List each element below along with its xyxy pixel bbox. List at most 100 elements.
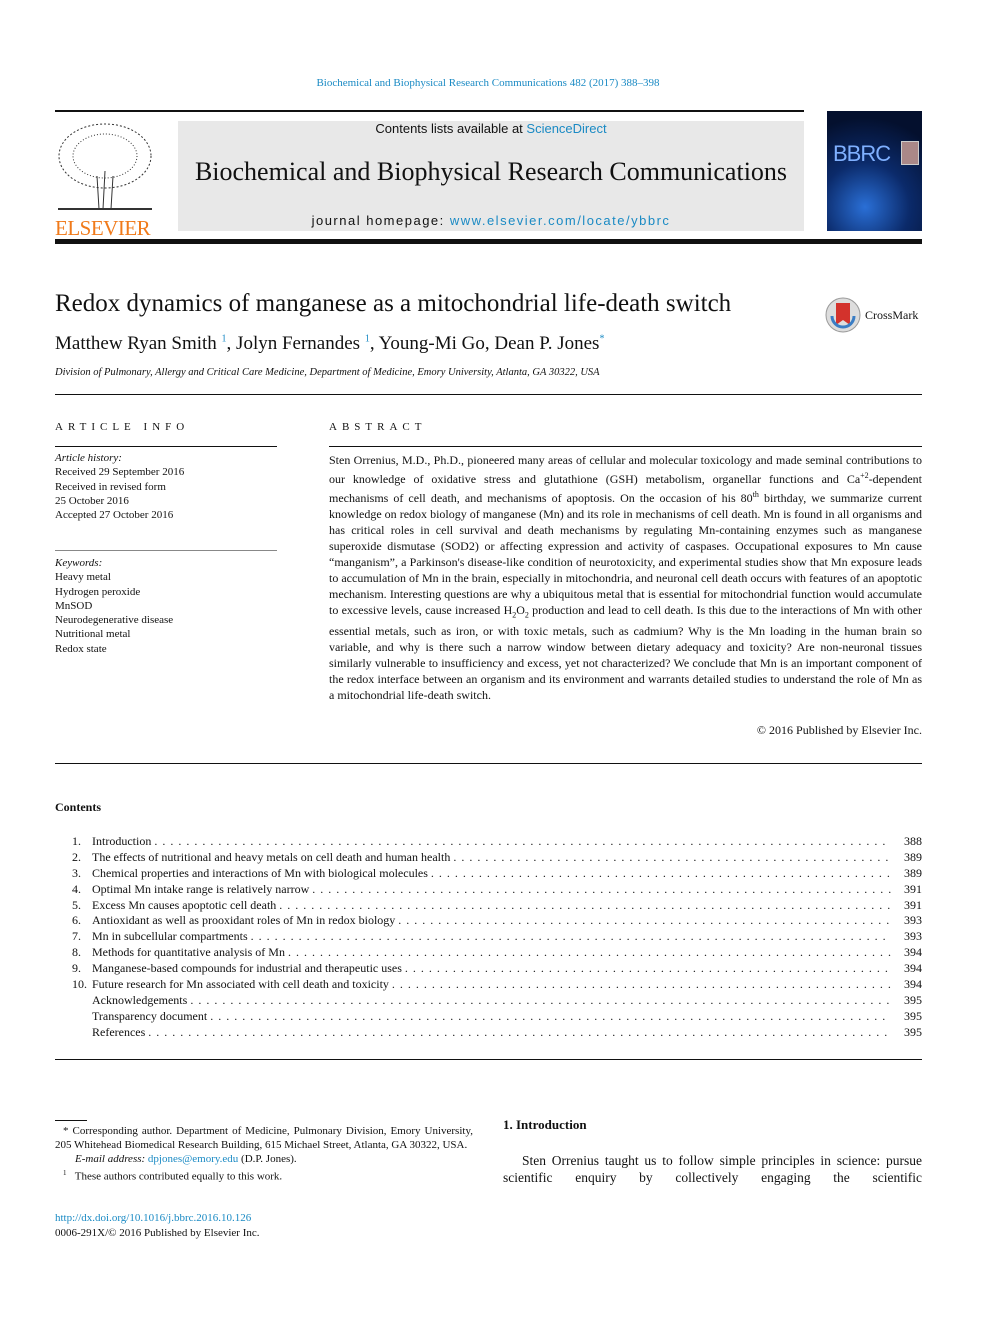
toc-title[interactable]: Mn in subcellular compartments [92, 929, 248, 945]
keyword: Hydrogen peroxide [55, 585, 141, 598]
toc-number: 8. [72, 945, 81, 960]
toc-page[interactable]: 391 [894, 898, 922, 914]
toc-page[interactable]: 394 [894, 945, 922, 961]
keyword: MnSOD [55, 599, 93, 612]
toc-page[interactable]: 395 [894, 1009, 922, 1025]
author-footnote-mark[interactable]: 1 [365, 334, 370, 345]
toc-entry[interactable]: 4. Optimal Mn intake range is relatively … [55, 882, 922, 898]
history-item: Received in revised form [55, 480, 166, 493]
divider [55, 110, 804, 112]
email-label: E-mail address: [75, 1153, 148, 1165]
history-item: Received 29 September 2016 [55, 466, 185, 479]
history-item: Accepted 27 October 2016 [55, 509, 174, 522]
toc-title[interactable]: Antioxidant as well as prooxidant roles … [92, 913, 395, 929]
author-name[interactable]: Jolyn Fernandes [236, 333, 360, 354]
paper-page: Biochemical and Biophysical Research Com… [0, 0, 992, 1323]
crossmark-button[interactable]: CrossMark [824, 296, 918, 334]
crossmark-label: CrossMark [865, 307, 919, 322]
toc-number: 10. [72, 977, 87, 992]
divider [55, 1059, 922, 1060]
toc-page[interactable]: 389 [894, 850, 922, 866]
toc-page[interactable]: 394 [894, 961, 922, 977]
corresponding-footnote: * Corresponding author. Department of Me… [55, 1124, 473, 1184]
toc-leader: . . . . . . . . . . . . . . . . . . . . … [312, 881, 891, 896]
footnote-mark: 1 [63, 1169, 67, 1177]
toc-page[interactable]: 395 [894, 993, 922, 1009]
divider [55, 394, 922, 395]
abstract-heading: ABSTRACT [329, 421, 427, 433]
toc-entry[interactable]: 10. Future research for Mn associated wit… [55, 977, 922, 993]
toc-leader: . . . . . . . . . . . . . . . . . . . . … [250, 929, 891, 944]
toc-leader: . . . . . . . . . . . . . . . . . . . . … [190, 992, 891, 1007]
toc-number [55, 993, 92, 1009]
article-title: Redox dynamics of manganese as a mitocho… [55, 290, 732, 317]
toc-entry[interactable]: 1. Introduction. . . . . . . . . . . . . … [55, 834, 922, 850]
toc-entry[interactable]: 6. Antioxidant as well as prooxidant role… [55, 913, 922, 929]
toc-page[interactable]: 395 [894, 1025, 922, 1041]
toc-entry[interactable]: 8. Methods for quantitative analysis of M… [55, 945, 922, 961]
sciencedirect-link[interactable]: ScienceDirect [526, 121, 606, 136]
cover-title: BBRC [833, 141, 891, 166]
table-of-contents: 1. Introduction. . . . . . . . . . . . . … [55, 834, 922, 1041]
author-name[interactable]: Dean P. Jones [494, 333, 599, 354]
toc-number: 3. [72, 865, 81, 880]
toc-title[interactable]: Future research for Mn associated with c… [92, 977, 389, 993]
toc-entry[interactable]: 9. Manganese-based compounds for industri… [55, 961, 922, 977]
toc-number: 2. [72, 849, 81, 864]
author-footnote-mark[interactable]: 1 [222, 334, 227, 345]
toc-entry[interactable]: Acknowledgements. . . . . . . . . . . . … [55, 993, 922, 1009]
toc-title[interactable]: The effects of nutritional and heavy met… [92, 850, 450, 866]
affiliation: Division of Pulmonary, Allergy and Criti… [55, 367, 600, 378]
toc-entry[interactable]: 7. Mn in subcellular compartments. . . . … [55, 929, 922, 945]
doi-link[interactable]: http://dx.doi.org/10.1016/j.bbrc.2016.10… [55, 1211, 251, 1225]
toc-number: 9. [72, 961, 81, 976]
elsevier-logo: ELSEVIER [55, 121, 155, 240]
homepage-link[interactable]: www.elsevier.com/locate/ybbrc [450, 213, 671, 228]
toc-entry[interactable]: 5. Excess Mn causes apoptotic cell death.… [55, 898, 922, 914]
toc-number: 7. [72, 929, 81, 944]
toc-title[interactable]: References [92, 1025, 145, 1041]
toc-leader: . . . . . . . . . . . . . . . . . . . . … [287, 945, 891, 960]
toc-page[interactable]: 393 [894, 929, 922, 945]
toc-title[interactable]: Manganese-based compounds for industrial… [92, 961, 402, 977]
divider [329, 446, 922, 447]
introduction-text: Sten Orrenius taught us to follow simple… [503, 1153, 922, 1185]
email-suffix: (D.P. Jones). [238, 1153, 297, 1165]
homepage-label: journal homepage: [311, 213, 450, 228]
journal-citation[interactable]: Biochemical and Biophysical Research Com… [0, 77, 976, 89]
divider [55, 446, 277, 447]
toc-entry[interactable]: 2. The effects of nutritional and heavy m… [55, 850, 922, 866]
toc-page[interactable]: 391 [894, 882, 922, 898]
divider [55, 763, 922, 764]
toc-entry[interactable]: Transparency document. . . . . . . . . .… [55, 1009, 922, 1025]
toc-page[interactable]: 394 [894, 977, 922, 993]
elsevier-tree-icon [55, 121, 155, 211]
toc-leader: . . . . . . . . . . . . . . . . . . . . … [404, 961, 891, 976]
toc-entry[interactable]: 3. Chemical properties and interactions o… [55, 866, 922, 882]
toc-title[interactable]: Acknowledgements [92, 993, 187, 1009]
toc-number [55, 1009, 92, 1025]
contents-prefix: Contents lists available at [375, 121, 527, 136]
toc-title[interactable]: Methods for quantitative analysis of Mn [92, 945, 285, 961]
toc-title[interactable]: Transparency document [92, 1009, 207, 1025]
toc-title[interactable]: Chemical properties and interactions of … [92, 866, 428, 882]
corresponding-mark[interactable]: * [599, 334, 604, 345]
email-link[interactable]: dpjones@emory.edu [148, 1153, 238, 1165]
thick-divider [55, 239, 922, 244]
author-name[interactable]: Young-Mi Go [379, 333, 485, 354]
author-name[interactable]: Matthew Ryan Smith [55, 333, 217, 354]
toc-title[interactable]: Introduction [92, 834, 151, 850]
toc-page[interactable]: 389 [894, 866, 922, 882]
toc-entry[interactable]: References. . . . . . . . . . . . . . . … [55, 1025, 922, 1041]
abstract-text: Sten Orrenius, M.D., Ph.D., pioneered ma… [329, 453, 923, 703]
toc-leader: . . . . . . . . . . . . . . . . . . . . … [154, 834, 891, 848]
toc-page[interactable]: 393 [894, 913, 922, 929]
journal-banner: Contents lists available at ScienceDirec… [178, 121, 804, 231]
toc-page[interactable]: 388 [894, 834, 922, 850]
toc-title[interactable]: Excess Mn causes apoptotic cell death [92, 898, 276, 914]
toc-title[interactable]: Optimal Mn intake range is relatively na… [92, 882, 309, 898]
divider [55, 550, 277, 551]
toc-number: 5. [72, 897, 81, 912]
crossmark-icon [825, 297, 861, 333]
toc-number: 6. [72, 913, 81, 928]
